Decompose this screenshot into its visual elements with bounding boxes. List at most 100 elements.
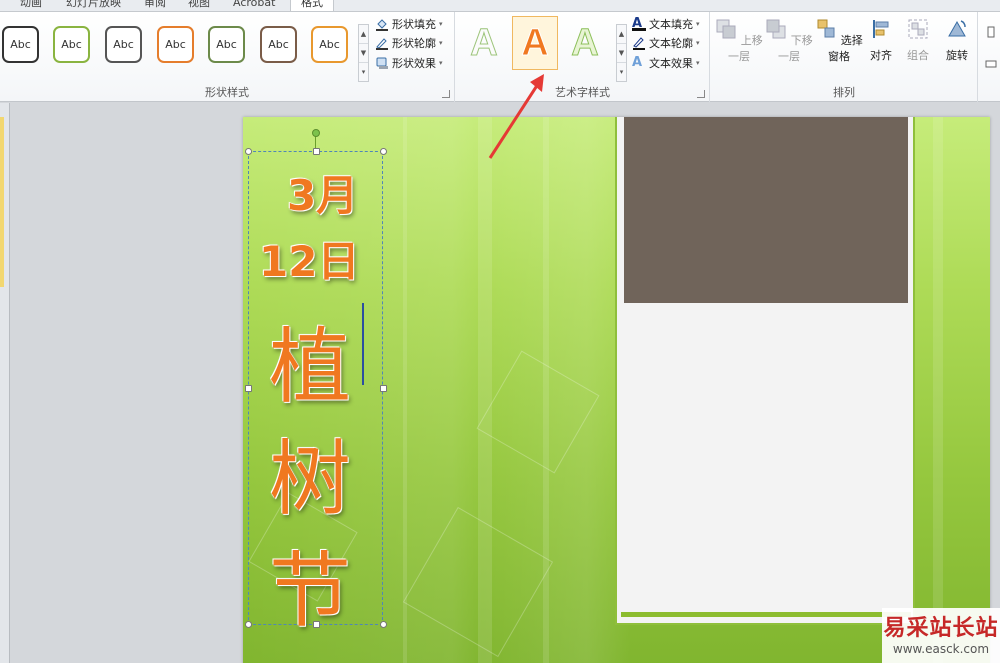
rotation-handle[interactable] (312, 129, 320, 137)
shape-outline-label: 形状轮廓 (392, 37, 436, 50)
dialog-launcher-icon[interactable] (697, 90, 705, 98)
shape-style-6-label: Abc (268, 38, 289, 51)
resize-handle-se[interactable] (380, 621, 387, 628)
wordart-style-3[interactable]: A (562, 16, 608, 70)
shape-style-3-label: Abc (113, 38, 134, 51)
resize-handle-e[interactable] (380, 385, 387, 392)
tab-format[interactable]: 格式 (290, 0, 334, 11)
powerpoint-window: 动画 幻灯片放映 审阅 视图 Acrobat 格式 Abc Abc Abc Ab… (0, 0, 1000, 663)
shape-style-7-label: Abc (319, 38, 340, 51)
wordart-style-2[interactable]: A (512, 16, 558, 70)
shape-style-2-label: Abc (61, 38, 82, 51)
shape-style-5[interactable]: Abc (208, 26, 245, 63)
group-button[interactable]: 组合 (903, 18, 933, 63)
bg-hexagon (402, 506, 554, 658)
height-icon[interactable] (985, 26, 997, 38)
shape-style-4-label: Abc (165, 38, 186, 51)
resize-handle-n[interactable] (313, 148, 320, 155)
resize-handle-ne[interactable] (380, 148, 387, 155)
text-outline-button[interactable]: 文本轮廓 ▾ (632, 34, 700, 52)
text-caret (362, 303, 364, 385)
scroll-up-icon[interactable]: ▲ (617, 25, 626, 44)
shape-style-1[interactable]: Abc (2, 26, 39, 63)
wordart-char-3: 节 (269, 544, 352, 639)
width-icon[interactable] (985, 58, 997, 70)
more-icon[interactable]: ▾ (359, 63, 368, 82)
bg-stripe (403, 117, 407, 663)
resize-handle-nw[interactable] (245, 148, 252, 155)
dropdown-arrow-icon: ▾ (696, 59, 700, 67)
vertical-text-box[interactable]: 3月 12日 植 树 节 (245, 129, 387, 639)
shape-styles-group: Abc Abc Abc Abc Abc Abc Abc ▲ ▼ ▾ 形状填充 ▾ … (0, 12, 455, 102)
text-fill-label: 文本填充 (649, 18, 693, 31)
pen-icon (376, 38, 388, 50)
tab-view[interactable]: 视图 (188, 0, 210, 11)
bg-hexagon (476, 350, 600, 474)
slide-canvas[interactable]: 3月 12日 植 树 节 (243, 117, 990, 663)
watermark: 易采站长站 www.easck.com (882, 608, 1000, 663)
size-group (979, 12, 1000, 102)
wordart-style-1[interactable]: A (461, 16, 507, 70)
text-effects-label: 文本效果 (649, 57, 693, 70)
group-icon (908, 19, 928, 39)
content-panel[interactable] (615, 117, 915, 625)
dropdown-arrow-icon: ▾ (696, 39, 700, 47)
shape-style-3[interactable]: Abc (105, 26, 142, 63)
text-fill-button[interactable]: A 文本填充 ▾ (632, 15, 700, 33)
tab-animations[interactable]: 动画 (20, 0, 42, 11)
shape-style-7[interactable]: Abc (311, 26, 348, 63)
text-effects-button[interactable]: A 文本效果 ▾ (632, 54, 700, 72)
dropdown-arrow-icon: ▾ (439, 39, 443, 47)
paint-bucket-icon (376, 19, 388, 31)
tab-review[interactable]: 审阅 (144, 0, 166, 11)
rotate-label: 旋转 (946, 49, 968, 62)
align-label: 对齐 (870, 49, 892, 62)
wordart-style-2-glyph: A (521, 21, 549, 64)
tab-acrobat[interactable]: Acrobat (233, 0, 275, 11)
dropdown-arrow-icon: ▾ (439, 20, 443, 28)
wordart-date-month: 3月 (287, 171, 359, 220)
scroll-down-icon[interactable]: ▼ (359, 44, 368, 63)
shape-style-4[interactable]: Abc (157, 26, 194, 63)
image-placeholder[interactable] (624, 117, 908, 303)
bring-forward-button[interactable]: 上移一层 (715, 18, 763, 64)
text-effects-icon: A (632, 55, 643, 70)
text-outline-label: 文本轮廓 (649, 37, 693, 50)
shape-effects-label: 形状效果 (392, 57, 436, 70)
ribbon-tabs: 动画 幻灯片放映 审阅 视图 Acrobat 格式 (0, 0, 1000, 12)
watermark-title: 易采站长站 (883, 615, 999, 641)
wordart-date-day: 12日 (259, 237, 360, 286)
selection-pane-button[interactable]: 选择窗格 (814, 18, 864, 64)
watermark-url: www.easck.com (892, 642, 990, 656)
wordart-char-2: 树 (269, 432, 352, 527)
scroll-down-icon[interactable]: ▼ (617, 44, 626, 63)
shape-style-6[interactable]: Abc (260, 26, 297, 63)
slide-thumbnail-pane[interactable] (0, 103, 10, 663)
dialog-launcher-icon[interactable] (442, 90, 450, 98)
shape-fill-button[interactable]: 形状填充 ▾ (375, 15, 443, 33)
shape-styles-group-label: 形状样式 (205, 86, 249, 99)
send-backward-button[interactable]: 下移一层 (765, 18, 813, 64)
shape-outline-button[interactable]: 形状轮廓 ▾ (375, 34, 443, 52)
accent-line (621, 612, 911, 617)
slide-thumbnail[interactable] (0, 117, 4, 287)
align-icon (873, 20, 889, 38)
more-icon[interactable]: ▾ (617, 63, 626, 82)
shape-styles-scroll[interactable]: ▲ ▼ ▾ (358, 24, 369, 82)
resize-handle-w[interactable] (245, 385, 252, 392)
wordart-styles-scroll[interactable]: ▲ ▼ ▾ (616, 24, 627, 82)
send-backward-icon (766, 19, 786, 39)
rotate-icon (948, 20, 966, 37)
align-button[interactable]: 对齐 (866, 18, 896, 63)
shape-style-5-label: Abc (216, 38, 237, 51)
bg-stripe (933, 117, 943, 663)
shape-effects-button[interactable]: 形状效果 ▾ (375, 54, 443, 72)
dropdown-arrow-icon: ▾ (439, 59, 443, 67)
shape-effects-icon (376, 57, 388, 69)
scroll-up-icon[interactable]: ▲ (359, 25, 368, 44)
tab-slideshow[interactable]: 幻灯片放映 (66, 0, 121, 11)
rotate-button[interactable]: 旋转 (941, 18, 973, 63)
selection-pane-icon (817, 19, 835, 38)
shape-style-2[interactable]: Abc (53, 26, 90, 63)
resize-handle-sw[interactable] (245, 621, 252, 628)
